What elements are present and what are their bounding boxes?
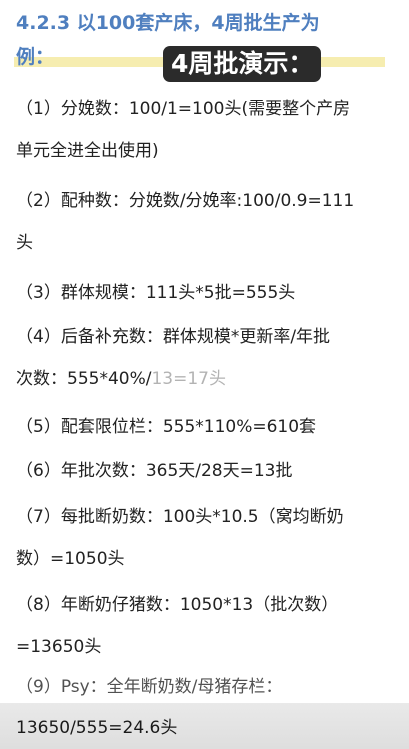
article-page: 4.2.3 以100套产床，4周批生产为 例： 4周批演示： （1）分娩数：10… [0,0,409,749]
item-4-line-2: 次数：555*40%/13=17头 [16,364,396,394]
item-2-line-1: （2）配种数：分娩数/分娩率:100/0.9=111 [16,191,355,211]
item-8-line-2: =13650头 [16,637,102,657]
item-5-line-1: （5）配套限位栏：555*110%=610套 [16,417,317,437]
list-item-9: （9）Psy：全年断奶数/母猪存栏： [16,672,396,702]
bottom-caption-text: 13650/555=24.6头 [16,718,178,738]
item-1-line-1: （1）分娩数：100/1=100头(需要整个产房 [16,99,351,119]
heading-line-1: 4.2.3 以100套产床，4周批生产为 [16,12,320,34]
item-7-line-1: （7）每批断奶数：100头*10.5（窝均断奶 [16,507,344,527]
list-item-5: （5）配套限位栏：555*110%=610套 [16,412,396,442]
list-item-8: （8）年断奶仔猪数：1050*13（批次数） =13650头 [16,590,396,662]
item-4-line-2-main: 次数：555*40%/ [16,369,152,389]
list-item-3: （3）群体规模：111头*5批=555头 [16,278,396,308]
item-4-line-1: （4）后备补充数：群体规模*更新率/年批 [16,327,331,347]
item-7-line-2: 数）=1050头 [16,549,125,569]
overlay-title-badge: 4周批演示： [163,46,322,82]
list-item-4: （4）后备补充数：群体规模*更新率/年批 次数：555*40%/13=17头 [16,322,396,394]
list-item-7: （7）每批断奶数：100头*10.5（窝均断奶 数）=1050头 [16,502,396,574]
item-8-line-1: （8）年断奶仔猪数：1050*13（批次数） [16,595,339,615]
item-2-line-2: 头 [16,233,33,253]
list-item-1: （1）分娩数：100/1=100头(需要整个产房 单元全进全出使用) [16,94,396,166]
item-4-line-2-faded: 13=17头 [151,369,226,389]
list-item-2: （2）配种数：分娩数/分娩率:100/0.9=111 头 [16,186,396,258]
list-item-6: （6）年批次数：365天/28天=13批 [16,456,396,486]
item-3-line-1: （3）群体规模：111头*5批=555头 [16,283,296,303]
item-6-line-1: （6）年批次数：365天/28天=13批 [16,461,293,481]
item-9-line-1: （9）Psy：全年断奶数/母猪存栏： [16,677,283,697]
item-1-line-2: 单元全进全出使用) [16,141,159,161]
